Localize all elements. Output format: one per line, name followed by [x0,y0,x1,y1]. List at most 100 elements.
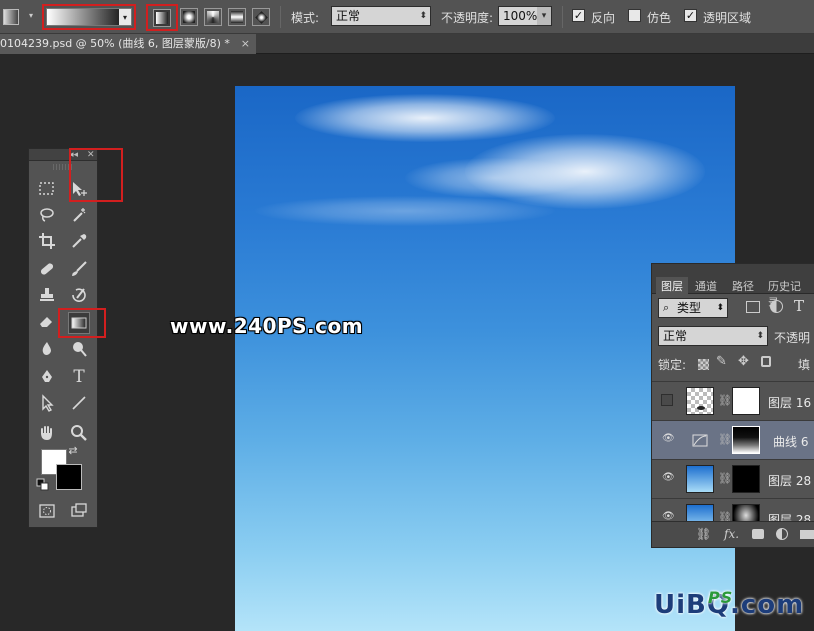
folder-icon[interactable] [800,530,814,539]
adjustment-filter-icon[interactable] [770,300,783,313]
layer-row[interactable]: ⛓ 图层 16 [652,381,814,420]
clone-stamp-tool-icon[interactable] [36,284,58,306]
magic-wand-tool-icon[interactable] [68,204,90,226]
gradient-picker[interactable]: ▾ [42,4,136,30]
lock-transparency-icon[interactable] [698,359,709,370]
updown-arrow-icon: ⬍ [756,331,764,341]
document-title: 0104239.psd @ 50% (曲线 6, 图层蒙版/8) * [0,37,230,50]
hand-tool-icon[interactable] [36,422,58,444]
gradient-dropdown-icon[interactable]: ▾ [119,9,131,25]
type-filter-icon[interactable]: T [794,297,804,315]
gradient-tool-preset-icon[interactable] [3,9,19,25]
healing-brush-tool-icon[interactable] [36,258,58,280]
tab-channels[interactable]: 通道 [690,277,722,294]
transparency-checkbox[interactable]: ✓ [684,9,697,22]
layer-row[interactable]: 👁 ⛓ 曲线 6 [652,420,814,459]
cloud-shape [295,94,555,142]
layer-name: 图层 28 [768,474,812,488]
opacity-label: 不透明度: [441,11,494,25]
lasso-tool-icon[interactable] [36,204,58,226]
layer-row[interactable]: 👁 ⛓ 图层 28 [652,498,814,522]
default-colors-icon[interactable] [36,478,50,492]
layer-mask-thumbnail[interactable] [732,426,760,454]
lock-pixels-icon[interactable]: ✎ [716,354,727,369]
link-layers-icon[interactable]: ⛓ [696,527,711,541]
path-selection-tool-icon[interactable] [36,392,58,414]
curves-adjustment-icon [686,426,714,454]
dither-checkbox[interactable] [628,9,641,22]
options-bar: ▾ ▾ 模式: 正常 ⬍ 不透明度: 100% ▾ ✓ 反向 仿色 ✓ 透明区域 [0,0,814,34]
history-brush-tool-icon[interactable] [68,284,90,306]
line-tool-icon[interactable] [68,392,90,414]
layer-filter-dropdown[interactable]: ⌕ 类型 ⬍ [658,298,728,318]
search-icon: ⌕ [663,301,670,314]
cloud-shape [255,196,555,226]
eye-icon[interactable]: 👁 [662,472,675,484]
transparency-label: 透明区域 [703,11,752,25]
add-mask-icon[interactable] [752,529,764,539]
reflected-gradient-button[interactable] [228,8,246,26]
link-icon[interactable]: ⛓ [718,472,732,485]
angle-gradient-button[interactable] [204,8,222,26]
zoom-tool-icon[interactable] [68,422,90,444]
opacity-input[interactable]: 100% ▾ [498,6,552,26]
dodge-tool-icon[interactable] [68,338,90,360]
updown-arrow-icon: ⬍ [419,11,427,21]
diamond-gradient-button[interactable] [252,8,270,26]
eye-icon[interactable]: 👁 [662,433,675,445]
visibility-toggle[interactable] [661,394,673,406]
blur-tool-icon[interactable] [36,338,58,360]
brush-tool-icon[interactable] [68,258,90,280]
lock-position-icon[interactable]: ✥ [738,354,749,369]
gradient-preview[interactable]: ▾ [46,8,132,26]
opacity-dropdown-icon[interactable]: ▾ [537,7,551,25]
reverse-label: 反向 [591,11,616,25]
link-icon[interactable]: ⛓ [718,433,732,446]
gradient-tool-icon[interactable] [68,312,90,334]
blend-mode-value: 正常 [663,329,688,343]
screen-mode-icon[interactable] [68,500,90,522]
close-icon[interactable]: × [241,34,250,54]
diamond-gradient-icon [254,10,268,24]
swap-colors-icon[interactable]: ⇄ [66,443,80,457]
linear-gradient-button[interactable] [146,4,178,31]
link-icon[interactable]: ⛓ [718,394,732,407]
radial-gradient-button[interactable] [180,8,198,26]
separator [562,6,563,28]
document-tab[interactable]: 0104239.psd @ 50% (曲线 6, 图层蒙版/8) * × [0,34,256,54]
tab-history[interactable]: 历史记录 [763,277,814,309]
layer-thumbnail [686,504,714,522]
adjustment-layer-icon[interactable] [776,528,788,540]
layer-mask-thumbnail[interactable] [732,504,760,522]
crop-tool-icon[interactable] [36,230,58,252]
quick-mask-icon[interactable] [36,500,58,522]
type-tool-icon[interactable]: T [68,366,90,388]
layer-thumbnail [686,387,714,415]
background-color-swatch[interactable] [56,464,82,490]
eraser-tool-icon[interactable] [36,310,58,332]
mode-value: 正常 [336,9,361,23]
layer-mask-thumbnail[interactable] [732,387,760,415]
layer-mask-thumbnail[interactable] [732,465,760,493]
layer-row[interactable]: 👁 ⛓ 图层 28 [652,459,814,498]
blend-mode-dropdown[interactable]: 正常 ⬍ [658,326,768,346]
reverse-checkbox[interactable]: ✓ [572,9,585,22]
eyedropper-tool-icon[interactable] [68,230,90,252]
filter-kind-value: 类型 [677,301,702,315]
fx-icon[interactable]: fx. [724,527,739,541]
site-logo-mark: PS [708,588,734,607]
image-filter-icon[interactable] [746,301,760,313]
lock-all-icon[interactable] [761,356,771,367]
tool-preset-caret-icon[interactable]: ▾ [29,11,33,20]
mode-dropdown[interactable]: 正常 ⬍ [331,6,431,26]
opacity-value: 100% [503,9,538,23]
layers-panel: 图层 通道 路径 历史记录 ⌕ 类型 ⬍ T 正常 ⬍ 不透明 锁定: ✎ ✥ … [651,263,814,548]
radial-gradient-icon [183,11,195,23]
pen-tool-icon[interactable] [36,366,58,388]
tab-layers[interactable]: 图层 [656,277,688,294]
marquee-tool-icon[interactable] [36,178,58,200]
dither-label: 仿色 [647,11,672,25]
tab-paths[interactable]: 路径 [727,277,759,294]
cloud-shape [405,158,585,198]
layer-thumbnail [686,465,714,493]
